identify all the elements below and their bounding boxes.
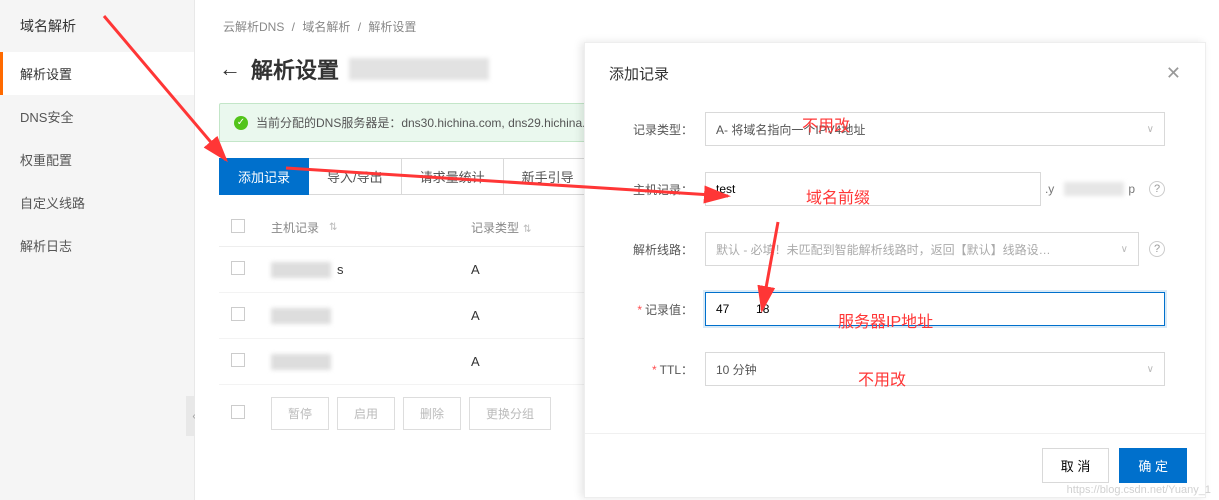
domain-suffix-end: p — [1128, 182, 1135, 196]
delete-button[interactable]: 删除 — [403, 397, 461, 430]
modal-title: 添加记录 — [609, 63, 669, 84]
sidebar-item-log[interactable]: 解析日志 — [0, 224, 194, 267]
ttl-select[interactable]: 10 分钟 ∨ — [705, 352, 1165, 386]
record-value-field[interactable] — [716, 302, 1154, 316]
add-record-modal: 添加记录 ✕ 记录类型： A- 将域名指向一个IPV4地址 ∨ 主机记录： .y… — [584, 42, 1206, 498]
host-blurred — [271, 354, 331, 370]
close-icon[interactable]: ✕ — [1166, 63, 1181, 84]
modal-header: 添加记录 ✕ — [585, 43, 1205, 102]
sidebar: 域名解析 解析设置 DNS安全 权重配置 自定义线路 解析日志 ‹ — [0, 0, 195, 500]
sort-icon[interactable]: ⇅ — [329, 222, 337, 233]
modal-body: 记录类型： A- 将域名指向一个IPV4地址 ∨ 主机记录： .y p ? 解析… — [585, 102, 1205, 418]
breadcrumb: 云解析DNS / 域名解析 / 解析设置 — [219, 18, 1195, 35]
label-record-value: *记录值： — [605, 301, 705, 318]
check-circle-icon: ✓ — [234, 116, 248, 130]
cell-type: A — [471, 262, 571, 277]
label-host: 主机记录： — [605, 181, 705, 198]
breadcrumb-b[interactable]: 域名解析 — [302, 20, 350, 34]
chevron-down-icon: ∨ — [1121, 244, 1128, 255]
sort-icon[interactable]: ⇅ — [523, 224, 531, 235]
cancel-button[interactable]: 取 消 — [1042, 448, 1110, 483]
bulk-checkbox[interactable] — [231, 405, 245, 419]
host-input-field[interactable] — [716, 182, 1030, 196]
breadcrumb-a[interactable]: 云解析DNS — [223, 20, 284, 34]
row-checkbox[interactable] — [231, 353, 245, 367]
page-title: 解析设置 — [251, 53, 339, 85]
watermark: https://blog.csdn.net/Yuany_1 — [1067, 484, 1211, 496]
row-checkbox[interactable] — [231, 307, 245, 321]
line-select[interactable]: 默认 - 必填！未匹配到智能解析线路时，返回【默认】线路设… ∨ — [705, 232, 1139, 266]
th-host: 主机记录 — [271, 219, 319, 236]
cell-type: A — [471, 308, 571, 323]
host-input[interactable] — [705, 172, 1041, 206]
domain-suffix-prefix: .y — [1045, 182, 1054, 196]
ok-button[interactable]: 确 定 — [1119, 448, 1187, 483]
chevron-down-icon: ∨ — [1147, 364, 1154, 375]
domain-suffix-blurred — [1064, 182, 1124, 196]
cell-type: A — [471, 354, 571, 369]
field-record-type: 记录类型： A- 将域名指向一个IPV4地址 ∨ — [605, 112, 1165, 146]
record-value-input[interactable] — [705, 292, 1165, 326]
sidebar-title: 域名解析 — [0, 0, 194, 52]
field-line: 解析线路： 默认 - 必填！未匹配到智能解析线路时，返回【默认】线路设… ∨ ? — [605, 232, 1165, 266]
sidebar-item-dns-security[interactable]: DNS安全 — [0, 95, 194, 138]
pause-button[interactable]: 暂停 — [271, 397, 329, 430]
sidebar-item-custom-line[interactable]: 自定义线路 — [0, 181, 194, 224]
row-checkbox[interactable] — [231, 261, 245, 275]
label-line: 解析线路： — [605, 241, 705, 258]
label-ttl: *TTL： — [605, 361, 705, 378]
field-record-value: *记录值： — [605, 292, 1165, 326]
sidebar-item-weight[interactable]: 权重配置 — [0, 138, 194, 181]
enable-button[interactable]: 启用 — [337, 397, 395, 430]
help-icon[interactable]: ? — [1149, 181, 1165, 197]
label-record-type: 记录类型： — [605, 121, 705, 138]
field-host: 主机记录： .y p ? — [605, 172, 1165, 206]
chevron-down-icon: ∨ — [1147, 124, 1154, 135]
change-group-button[interactable]: 更换分组 — [469, 397, 551, 430]
banner-text: 当前分配的DNS服务器是：dns30.hichina.com, dns29.hi… — [256, 114, 608, 131]
page-domain-blurred — [349, 58, 489, 80]
help-icon[interactable]: ? — [1149, 241, 1165, 257]
host-blurred — [271, 262, 331, 278]
request-stats-button[interactable]: 请求量统计 — [402, 158, 504, 195]
select-all-checkbox[interactable] — [231, 219, 245, 233]
record-type-select[interactable]: A- 将域名指向一个IPV4地址 ∨ — [705, 112, 1165, 146]
import-export-button[interactable]: 导入/导出 — [309, 158, 402, 195]
back-arrow-icon[interactable]: ← — [219, 56, 241, 82]
field-ttl: *TTL： 10 分钟 ∨ — [605, 352, 1165, 386]
host-blurred — [271, 308, 331, 324]
sidebar-item-resolve-settings[interactable]: 解析设置 — [0, 52, 194, 95]
breadcrumb-c: 解析设置 — [368, 20, 416, 34]
add-record-button[interactable]: 添加记录 — [219, 158, 309, 195]
th-type: 记录类型 — [471, 221, 519, 235]
guide-button[interactable]: 新手引导 — [504, 158, 593, 195]
